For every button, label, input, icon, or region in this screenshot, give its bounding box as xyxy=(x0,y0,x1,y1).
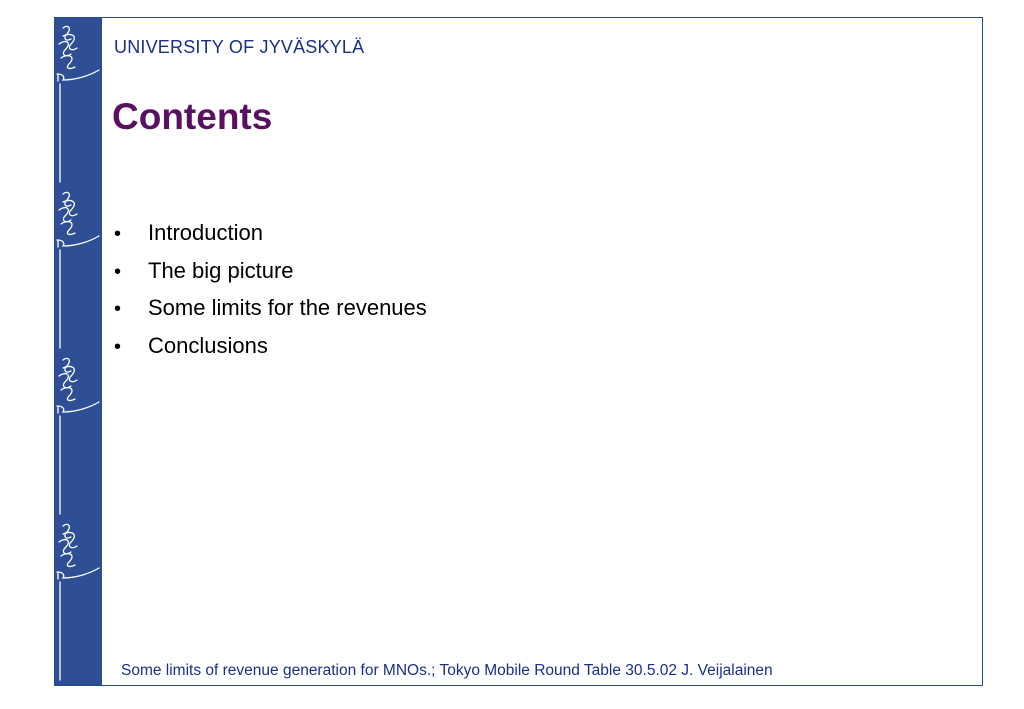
list-item: • Some limits for the revenues xyxy=(114,295,427,333)
bullet-marker: • xyxy=(114,336,122,359)
slide-title: Contents xyxy=(112,96,273,137)
bullet-text: Some limits for the revenues xyxy=(148,295,427,321)
list-item: • The big picture xyxy=(114,258,427,296)
list-item: • Conclusions xyxy=(114,333,427,371)
list-item: • Introduction xyxy=(114,220,427,258)
university-torch-logo-icon xyxy=(56,25,100,681)
bullet-marker: • xyxy=(114,298,122,321)
bullet-marker: • xyxy=(114,223,122,245)
slide-footer: Some limits of revenue generation for MN… xyxy=(121,662,773,679)
sidebar-logo-strip xyxy=(55,18,102,685)
slide: UNIVERSITY OF JYVÄSKYLÄ Contents • Intro… xyxy=(54,17,983,686)
bullet-list: • Introduction • The big picture • Some … xyxy=(114,220,427,371)
bullet-text: Introduction xyxy=(148,220,263,245)
bullet-text: Conclusions xyxy=(148,333,268,359)
bullet-marker: • xyxy=(114,260,122,283)
bullet-text: The big picture xyxy=(148,257,294,283)
university-name: UNIVERSITY OF JYVÄSKYLÄ xyxy=(114,37,365,57)
